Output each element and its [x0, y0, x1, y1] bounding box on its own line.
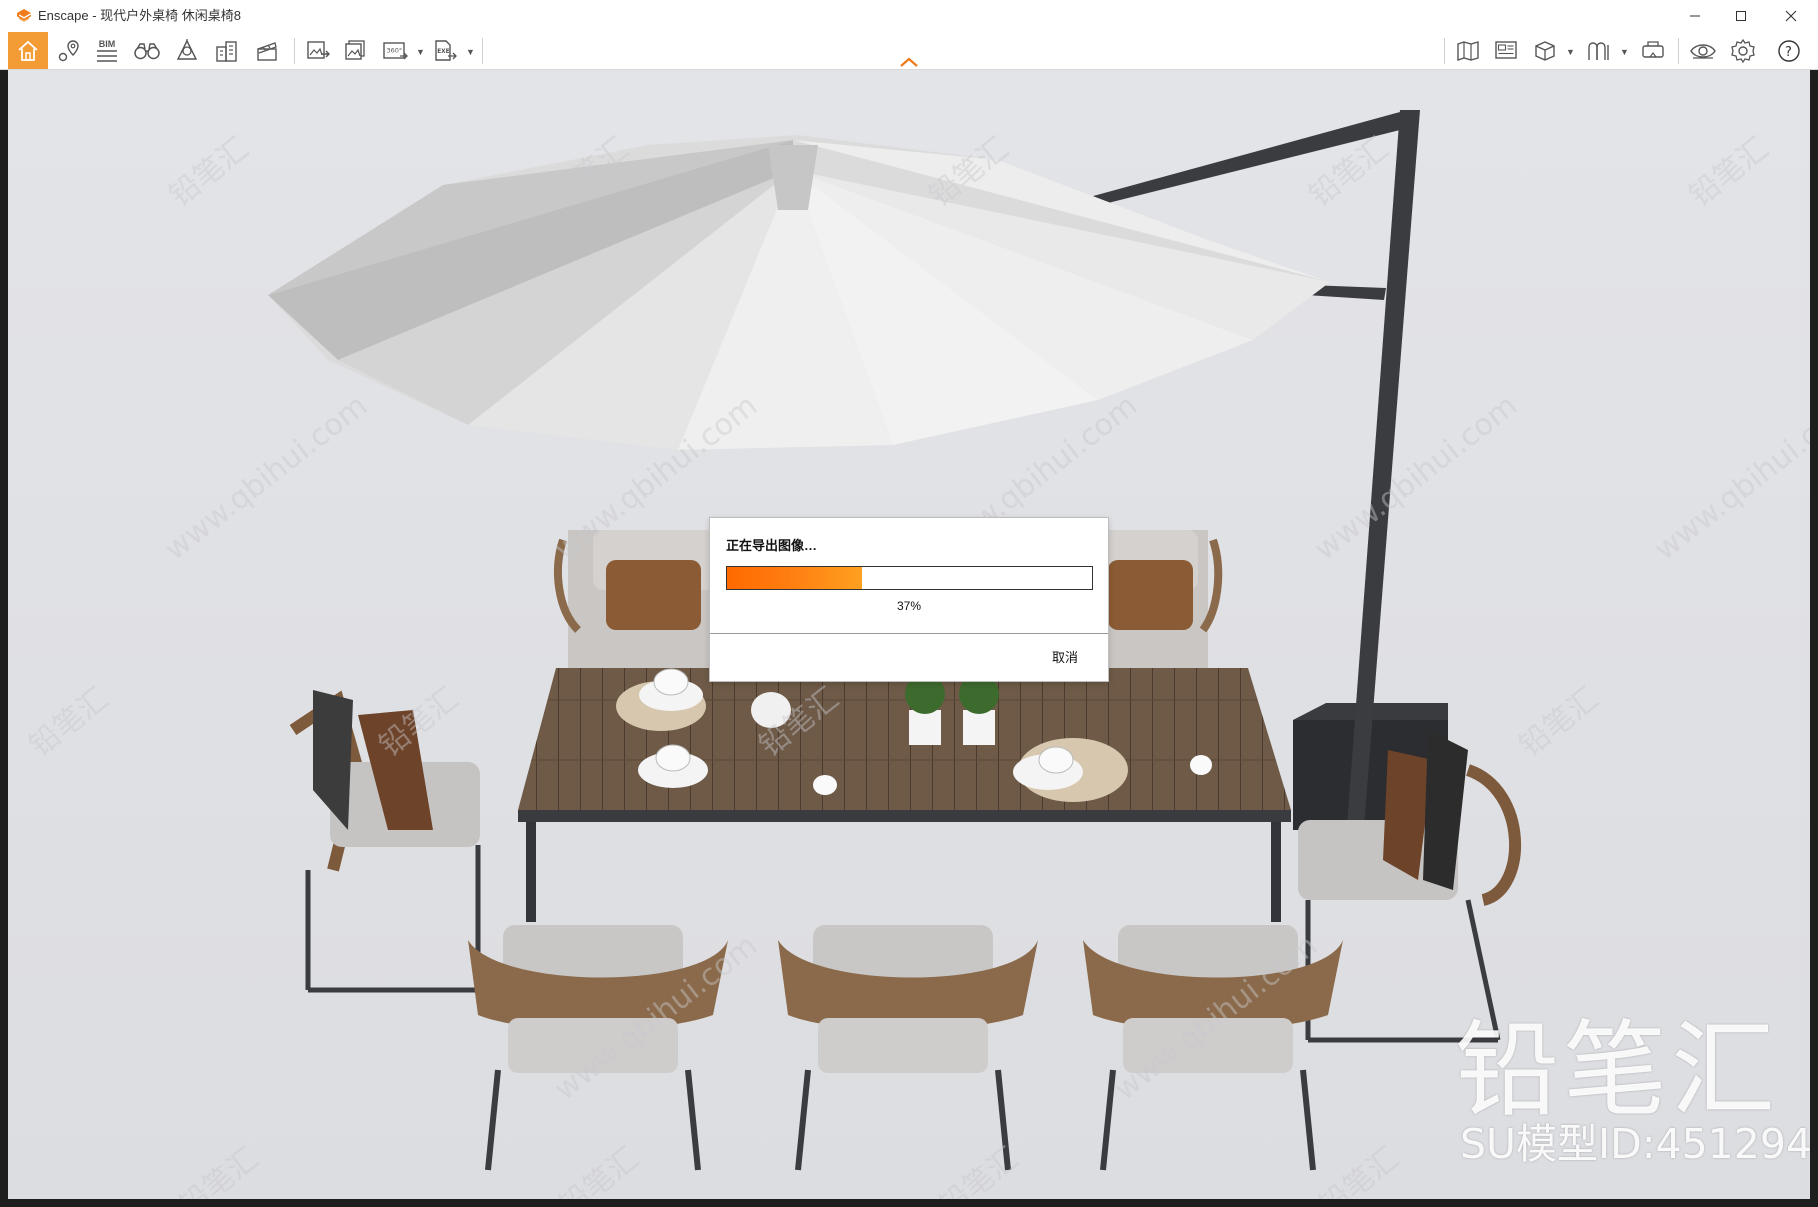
enscape-window: Enscape - 现代户外桌椅 休闲桌椅8 BIM 360° ▼ EXE ▼ … [0, 0, 1818, 1207]
help-icon: ? [1778, 39, 1800, 62]
visual-settings-button[interactable] [1686, 32, 1720, 69]
panorama-label: 360° [387, 46, 403, 54]
window-border-left [0, 70, 8, 1207]
asset-library-button[interactable] [210, 32, 244, 69]
annotation-dropdown-icon[interactable]: ▼ [1620, 48, 1629, 57]
panorama-icon: 360° [383, 41, 408, 59]
views-button[interactable] [1490, 32, 1522, 69]
cancel-button[interactable]: 取消 [1040, 647, 1090, 669]
map-button[interactable] [1452, 32, 1484, 69]
export-progress-dialog: 正在导出图像… 37% 取消 [709, 517, 1109, 682]
section-view-button[interactable] [1530, 32, 1560, 69]
close-button[interactable] [1764, 0, 1818, 32]
clapperboard-icon [257, 41, 277, 61]
exe-label: EXE [437, 49, 449, 55]
cube-icon [1535, 40, 1555, 61]
settings-button[interactable] [1726, 32, 1760, 69]
bell-tent-icon [176, 38, 198, 60]
toolbar-separator [1444, 38, 1445, 64]
arches-icon [1588, 41, 1609, 60]
map-icon [1457, 40, 1479, 61]
panorama-button[interactable]: 360° [380, 32, 410, 69]
minimize-icon [1690, 15, 1700, 17]
binoculars-icon [134, 42, 160, 59]
maximize-button[interactable] [1718, 0, 1764, 32]
dialog-divider [710, 633, 1108, 634]
location-pin-icon [58, 39, 79, 61]
batch-image-icon [345, 39, 365, 60]
image-export-icon [307, 40, 330, 59]
progress-percent-label: 37% [896, 599, 922, 613]
vr-headset-icon [1642, 40, 1664, 58]
window-title: Enscape - 现代户外桌椅 休闲桌椅8 [38, 8, 241, 23]
bim-label: BIM [98, 38, 116, 49]
home-icon [18, 40, 38, 61]
maximize-icon [1736, 11, 1746, 21]
atmosphere-button[interactable] [170, 32, 204, 69]
video-editor-button[interactable] [250, 32, 284, 69]
eye-icon [1690, 43, 1716, 59]
walk-mode-button[interactable] [130, 32, 164, 69]
export-exe-button[interactable]: EXE [430, 32, 460, 69]
buildings-icon [216, 40, 237, 62]
monitor-list-icon [1495, 40, 1517, 59]
window-border-bottom [0, 1199, 1818, 1207]
enscape-logo-icon [17, 9, 31, 22]
view-management-button[interactable] [54, 32, 84, 69]
gear-icon [1731, 38, 1755, 63]
home-button[interactable] [8, 32, 48, 69]
batch-render-button[interactable] [340, 32, 372, 69]
progress-bar [726, 566, 1093, 590]
list-icon [97, 49, 117, 62]
progress-fill [727, 567, 863, 589]
toolbar-separator [1678, 38, 1679, 64]
section-dropdown-icon[interactable]: ▼ [1566, 48, 1575, 57]
bim-button[interactable]: BIM [92, 32, 122, 69]
export-exe-icon: EXE [435, 39, 457, 61]
panorama-dropdown-icon[interactable]: ▼ [416, 48, 425, 57]
collapse-toolbar-icon[interactable] [898, 55, 920, 69]
toolbar-separator [294, 38, 295, 64]
screenshot-button[interactable] [302, 32, 334, 69]
help-label: ? [1785, 45, 1792, 60]
close-icon [1785, 10, 1797, 22]
window-border-right [1810, 70, 1818, 1207]
toolbar-separator [482, 38, 483, 64]
collaborative-annotation-button[interactable] [1584, 32, 1614, 69]
dialog-title: 正在导出图像… [726, 538, 818, 553]
export-dropdown-icon[interactable]: ▼ [466, 48, 475, 57]
minimize-button[interactable] [1672, 0, 1718, 32]
help-button[interactable]: ? [1772, 32, 1806, 69]
vr-headset-button[interactable] [1636, 32, 1670, 69]
title-bar: Enscape - 现代户外桌椅 休闲桌椅8 [0, 0, 1818, 32]
